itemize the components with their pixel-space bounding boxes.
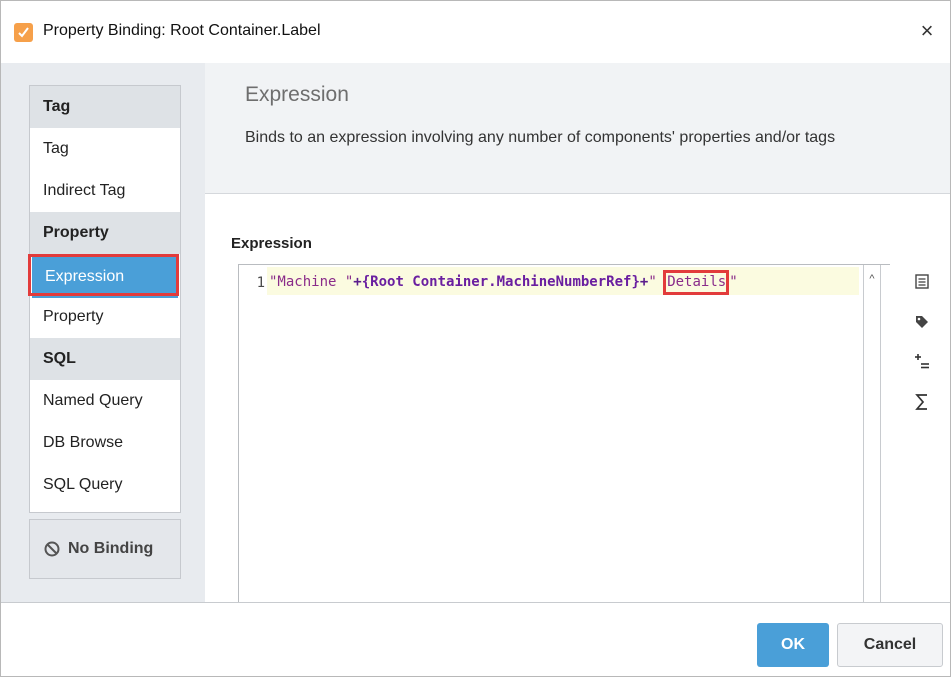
string-token-close: " (729, 274, 738, 290)
close-icon[interactable]: × (912, 15, 942, 47)
expression-tool-strip (890, 264, 950, 604)
dialog-title: Property Binding: Root Container.Label (43, 22, 321, 39)
binding-info-title: Expression (245, 83, 349, 106)
document-icon[interactable] (910, 270, 934, 294)
title-bar: Property Binding: Root Container.Label × (1, 1, 950, 63)
property-reference-token: {Root Container.MachineNumberRef} (361, 274, 640, 290)
binding-type-tag[interactable]: Tag (30, 128, 180, 170)
highlighted-details-text: Details (663, 270, 730, 295)
editor-vertical-scrollbar[interactable]: ^ (863, 265, 880, 603)
binding-type-db-browse[interactable]: DB Browse (30, 422, 180, 464)
binding-type-expression[interactable]: Expression (32, 256, 178, 298)
property-binding-dialog: Property Binding: Root Container.Label ×… (0, 0, 951, 677)
no-binding-button[interactable]: No Binding (29, 519, 181, 579)
no-entry-icon (44, 541, 60, 562)
tag-icon[interactable] (910, 310, 934, 334)
binding-type-sql-query[interactable]: SQL Query (30, 464, 180, 506)
binding-info-description: Binds to an expression involving any num… (245, 129, 836, 146)
expression-editor[interactable]: 1 "Machine "+{Root Container.MachineNumb… (238, 264, 890, 604)
add-operator-icon[interactable] (910, 350, 934, 374)
sigma-function-icon[interactable] (910, 390, 934, 414)
category-header-sql: SQL (30, 338, 180, 380)
binding-app-icon (14, 23, 33, 42)
string-token: "Machine " (269, 274, 354, 290)
ok-button[interactable]: OK (757, 623, 829, 667)
category-header-tag: Tag (30, 86, 180, 128)
expression-config-panel: Expression 1 "Machine "+{Root Container.… (205, 195, 950, 604)
binding-type-indirect-tag[interactable]: Indirect Tag (30, 170, 180, 212)
binding-type-property[interactable]: Property (30, 296, 180, 338)
binding-type-pane: Tag Tag Indirect Tag Property Expression… (1, 63, 205, 602)
category-header-property: Property (30, 212, 180, 254)
line-number-gutter: 1 (239, 265, 267, 603)
cancel-button[interactable]: Cancel (837, 623, 943, 667)
binding-type-named-query[interactable]: Named Query (30, 380, 180, 422)
line-number: 1 (256, 275, 265, 291)
expression-section-label: Expression (231, 235, 312, 252)
editor-secondary-scrollbar[interactable] (880, 265, 890, 603)
operator-token: + (353, 274, 362, 290)
expression-code-line[interactable]: "Machine "+{Root Container.MachineNumber… (269, 270, 738, 295)
dialog-footer: OK Cancel (1, 602, 950, 676)
binding-type-list: Tag Tag Indirect Tag Property Expression… (28, 85, 181, 513)
no-binding-label: No Binding (68, 540, 154, 557)
scroll-up-icon[interactable]: ^ (864, 271, 880, 287)
binding-info-panel: Expression Binds to an expression involv… (205, 63, 950, 194)
